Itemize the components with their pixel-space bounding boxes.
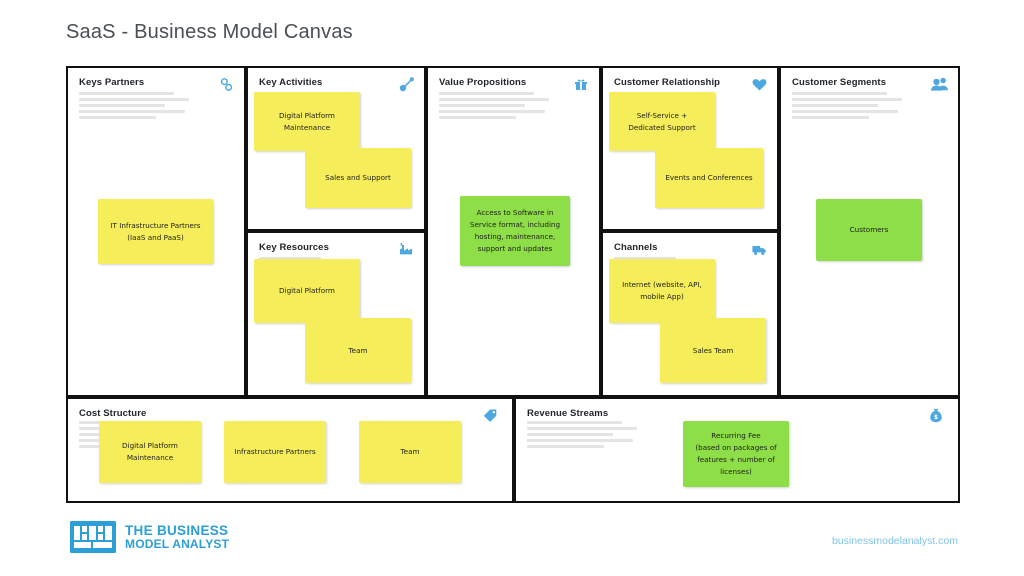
page-title: SaaS - Business Model Canvas bbox=[66, 21, 353, 43]
sticky-note[interactable]: Sales Team bbox=[660, 318, 766, 383]
block-key-partners[interactable]: Keys Partners IT Infrastructure Partners… bbox=[66, 66, 246, 397]
key-icon bbox=[396, 75, 416, 93]
sticky-note[interactable]: Access to Software in Service format, in… bbox=[460, 196, 570, 266]
sticky-note[interactable]: Digital Platform Maintenance bbox=[254, 92, 360, 151]
block-value-propositions[interactable]: Value Propositions Access to Software in… bbox=[426, 66, 601, 397]
logo-line-2: MODEL ANALYST bbox=[125, 536, 230, 551]
block-title-revenue-streams: Revenue Streams bbox=[527, 408, 609, 419]
website-url[interactable]: businessmodelanalyst.com bbox=[832, 535, 958, 547]
canvas-page: SaaS - Business Model Canvas Keys Partne… bbox=[0, 0, 1024, 576]
sticky-note[interactable]: Internet (website, API, mobile App) bbox=[609, 259, 715, 323]
block-revenue-streams[interactable]: Revenue Streams $ Recurring Fee (based o… bbox=[514, 397, 960, 503]
block-cost-structure[interactable]: Cost Structure Digital Platform Maintena… bbox=[66, 397, 514, 503]
sticky-note[interactable]: IT Infrastructure Partners (IaaS and Paa… bbox=[98, 199, 213, 264]
logo-wordmark: THE BUSINESS MODEL ANALYST bbox=[125, 523, 229, 552]
business-model-canvas-grid: Keys Partners IT Infrastructure Partners… bbox=[66, 66, 960, 503]
block-title-customer-segments: Customer Segments bbox=[792, 77, 887, 88]
people-icon bbox=[930, 75, 950, 93]
sticky-note[interactable]: Self-Service + Dedicated Support bbox=[609, 92, 715, 151]
block-customer-relationship[interactable]: Customer Relationship Self-Service + Ded… bbox=[601, 66, 779, 231]
block-title-key-resources: Key Resources bbox=[259, 242, 329, 253]
block-title-value-propositions: Value Propositions bbox=[439, 77, 527, 88]
block-key-resources[interactable]: Key Resources Digital Platform Team bbox=[246, 231, 426, 397]
block-customer-segments[interactable]: Customer Segments Customers bbox=[779, 66, 960, 397]
sticky-note[interactable]: Digital Platform Maintenance bbox=[99, 421, 201, 483]
block-title-key-activities: Key Activities bbox=[259, 77, 323, 88]
placeholder-lines bbox=[527, 421, 637, 451]
money-bag-icon: $ bbox=[926, 406, 946, 424]
price-tag-icon bbox=[480, 406, 500, 424]
sticky-note[interactable]: Team bbox=[305, 318, 411, 383]
canvas-grid-logo-icon bbox=[70, 521, 116, 553]
factory-icon bbox=[396, 240, 416, 258]
chain-link-icon bbox=[216, 75, 236, 93]
block-title-channels: Channels bbox=[614, 242, 658, 253]
sticky-note[interactable]: Customers bbox=[816, 199, 922, 261]
truck-icon bbox=[749, 240, 769, 258]
block-key-activities[interactable]: Key Activities Digital Platform Maintena… bbox=[246, 66, 426, 231]
sticky-note[interactable]: Recurring Fee (based on packages of feat… bbox=[683, 421, 789, 487]
sticky-note[interactable]: Digital Platform bbox=[254, 259, 360, 323]
sticky-note[interactable]: Infrastructure Partners bbox=[224, 421, 326, 483]
sticky-note[interactable]: Events and Conferences bbox=[655, 148, 763, 208]
placeholder-lines bbox=[792, 92, 902, 122]
placeholder-lines bbox=[79, 92, 189, 122]
sticky-note[interactable]: Team bbox=[359, 421, 461, 483]
block-title-key-partners: Keys Partners bbox=[79, 77, 145, 88]
logo-line-1: THE BUSINESS bbox=[125, 522, 229, 538]
heart-icon bbox=[749, 75, 769, 93]
block-title-customer-relationship: Customer Relationship bbox=[614, 77, 721, 88]
block-channels[interactable]: Channels Internet (website, API, mobile … bbox=[601, 231, 779, 397]
brand-logo[interactable]: THE BUSINESS MODEL ANALYST bbox=[70, 521, 229, 553]
placeholder-lines bbox=[439, 92, 549, 122]
block-title-cost-structure: Cost Structure bbox=[79, 408, 147, 419]
sticky-note[interactable]: Sales and Support bbox=[305, 148, 411, 208]
svg-text:$: $ bbox=[934, 414, 938, 421]
gift-icon bbox=[571, 75, 591, 93]
